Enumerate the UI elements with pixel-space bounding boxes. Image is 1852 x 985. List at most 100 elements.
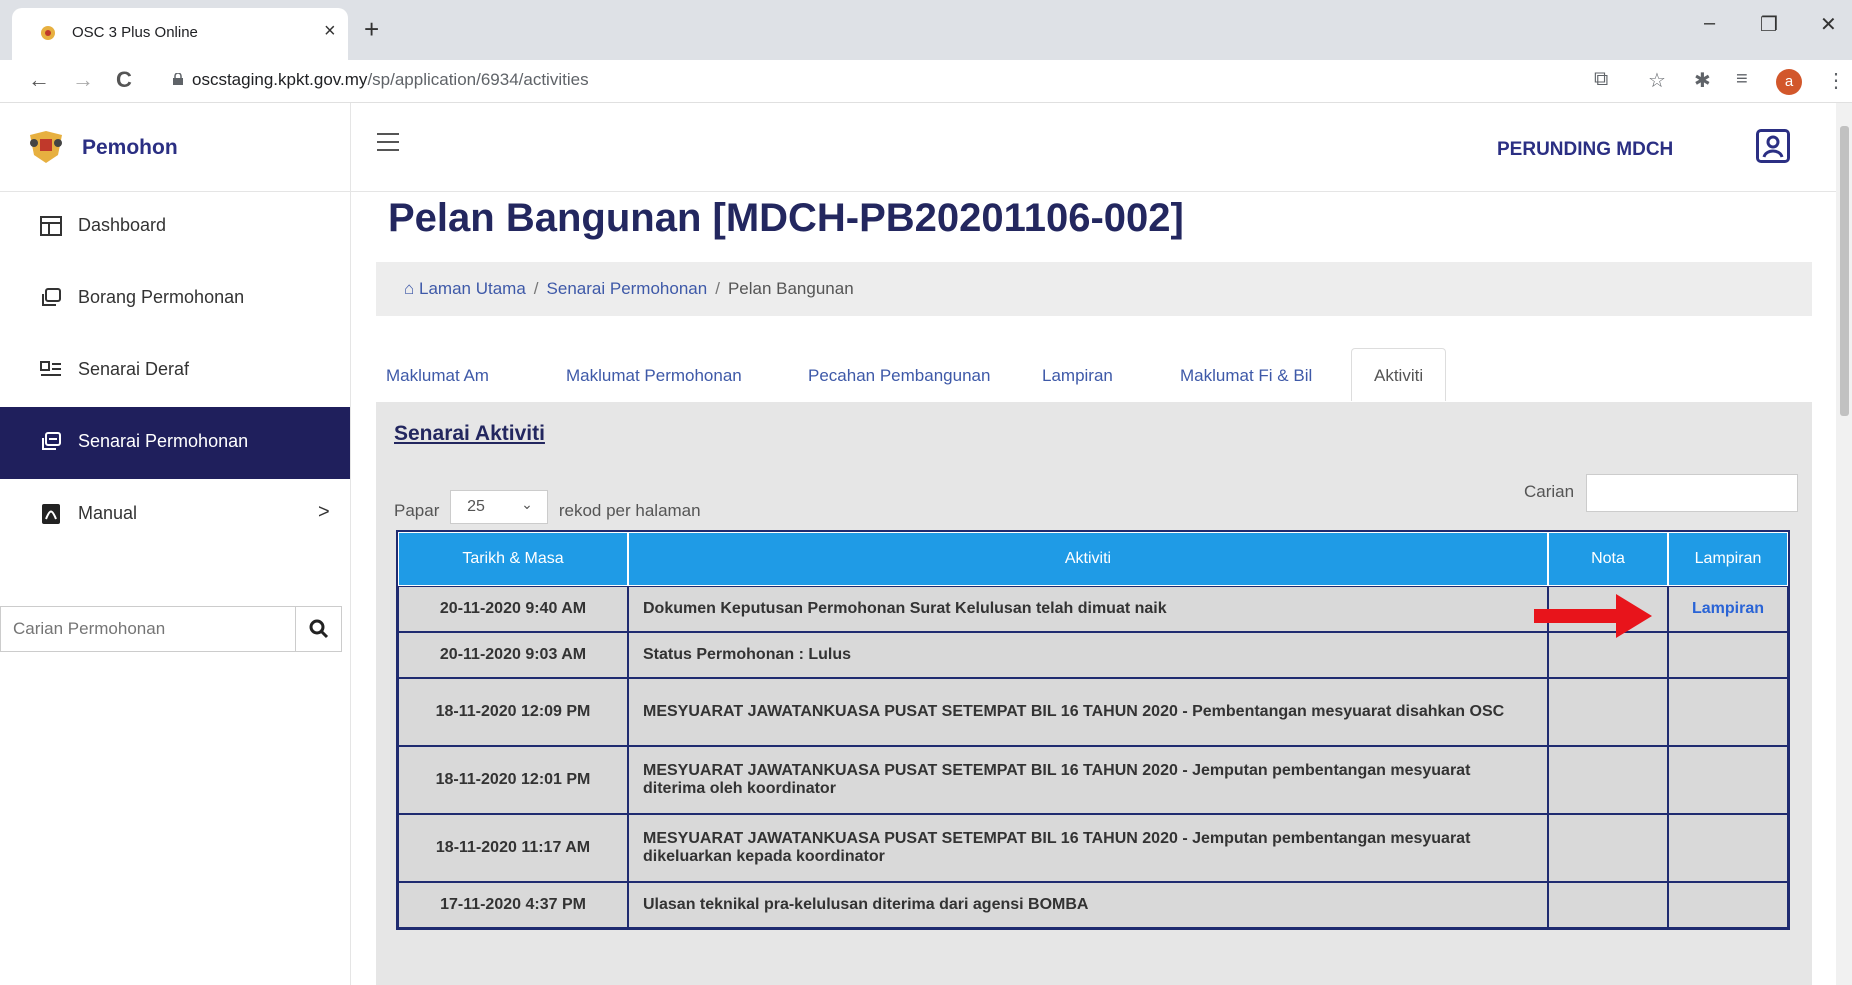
- page-length-control: Papar 25 ⌄ rekod per halaman: [394, 482, 701, 524]
- restore-icon[interactable]: ❐: [1760, 12, 1778, 37]
- new-tab-icon[interactable]: +: [364, 14, 379, 45]
- chevron-right-icon: >: [318, 501, 330, 523]
- documents-icon: [42, 288, 61, 306]
- sidebar: Pemohon Dashboard Borang Permohonan Sena…: [0, 103, 351, 985]
- table-row: 18-11-2020 12:09 PM MESYUARAT JAWATANKUA…: [398, 678, 1788, 746]
- sidebar-item-label: Senarai Permohonan: [78, 431, 249, 451]
- tab-title: OSC 3 Plus Online: [72, 24, 198, 41]
- column-header-date[interactable]: Tarikh & Masa: [398, 532, 628, 586]
- table-row: 20-11-2020 9:03 AM Status Permohonan : L…: [398, 632, 1788, 678]
- sidebar-item-dashboard[interactable]: Dashboard: [0, 191, 350, 263]
- lock-icon: [173, 73, 183, 85]
- extensions-icon[interactable]: ✱: [1694, 68, 1711, 93]
- url-field[interactable]: oscstaging.kpkt.gov.my/sp/application/69…: [192, 70, 589, 90]
- page-size-select[interactable]: 25 ⌄: [450, 490, 549, 524]
- row-lampiran: [1668, 632, 1788, 678]
- search-button[interactable]: [295, 606, 342, 652]
- breadcrumb-home[interactable]: ⌂ Laman Utama: [404, 279, 526, 298]
- table-icon: [40, 216, 62, 236]
- breadcrumb-senarai-permohonan[interactable]: Senarai Permohonan: [547, 279, 708, 298]
- row-nota: [1548, 678, 1668, 746]
- star-icon[interactable]: ☆: [1648, 68, 1666, 93]
- column-header-activity[interactable]: Aktiviti: [628, 532, 1548, 586]
- brand: Pemohon: [0, 103, 350, 192]
- row-lampiran: [1668, 678, 1788, 746]
- sidebar-item-senarai-deraf[interactable]: Senarai Deraf: [0, 335, 350, 407]
- breadcrumb-separator: /: [715, 279, 720, 298]
- length-suffix: rekod per halaman: [558, 501, 701, 520]
- table-header-row: Tarikh & Masa Aktiviti Nota Lampiran: [398, 532, 1788, 586]
- hamburger-menu-icon[interactable]: [377, 133, 399, 151]
- column-header-lampiran[interactable]: Lampiran: [1668, 532, 1788, 586]
- row-date: 18-11-2020 12:09 PM: [398, 678, 628, 746]
- folder-icon: [42, 432, 61, 450]
- sidebar-item-borang-permohonan[interactable]: Borang Permohonan: [0, 263, 350, 335]
- column-header-nota[interactable]: Nota: [1548, 532, 1668, 586]
- row-lampiran: [1668, 882, 1788, 928]
- application-search: [0, 606, 342, 652]
- sidebar-item-manual[interactable]: Manual >: [0, 479, 350, 551]
- row-date: 18-11-2020 12:01 PM: [398, 746, 628, 814]
- table-row: 18-11-2020 11:17 AM MESYUARAT JAWATANKUA…: [398, 814, 1788, 882]
- home-icon: ⌂: [404, 279, 415, 298]
- user-profile-icon[interactable]: [1756, 129, 1790, 163]
- profile-avatar[interactable]: a: [1776, 69, 1802, 95]
- page-title: Pelan Bangunan [MDCH-PB20201106-002]: [388, 196, 1184, 240]
- back-icon[interactable]: ←: [28, 67, 50, 93]
- table-row: 18-11-2020 12:01 PM MESYUARAT JAWATANKUA…: [398, 746, 1788, 814]
- table-search-input[interactable]: [1586, 474, 1798, 512]
- row-activity: MESYUARAT JAWATANKUASA PUSAT SETEMPAT BI…: [628, 746, 1548, 814]
- row-date: 20-11-2020 9:40 AM: [398, 586, 628, 632]
- row-activity: MESYUARAT JAWATANKUASA PUSAT SETEMPAT BI…: [628, 678, 1548, 746]
- content-tabs: Maklumat Am Maklumat Permohonan Pecahan …: [376, 348, 1816, 402]
- reading-list-icon[interactable]: ≡: [1736, 68, 1748, 91]
- favicon-icon: [41, 26, 55, 40]
- row-nota: [1548, 814, 1668, 882]
- tab-lampiran[interactable]: Lampiran: [1042, 366, 1113, 386]
- sidebar-item-senarai-permohonan[interactable]: Senarai Permohonan: [0, 407, 350, 479]
- sidebar-item-label: Borang Permohonan: [78, 287, 245, 307]
- tab-close-icon[interactable]: ×: [324, 20, 336, 43]
- lampiran-link[interactable]: Lampiran: [1692, 600, 1764, 617]
- url-path: /sp/application/6934/activities: [367, 70, 589, 89]
- row-activity: Status Permohonan : Lulus: [628, 632, 1548, 678]
- breadcrumb: ⌂ Laman Utama / Senarai Permohonan / Pelan B…: [376, 262, 1812, 316]
- list-icon: [40, 361, 61, 376]
- pdf-icon: [42, 504, 60, 524]
- browser-tab[interactable]: OSC 3 Plus Online ×: [12, 8, 348, 60]
- row-date: 20-11-2020 9:03 AM: [398, 632, 628, 678]
- activities-panel: Senarai Aktiviti Papar 25 ⌄ rekod per hal…: [376, 402, 1812, 985]
- row-activity: Dokumen Keputusan Permohonan Surat Kelul…: [628, 586, 1548, 632]
- tab-maklumat-am[interactable]: Maklumat Am: [386, 366, 489, 386]
- row-nota: [1548, 882, 1668, 928]
- url-host: oscstaging.kpkt.gov.my: [192, 70, 368, 89]
- page-size-value: 25: [467, 498, 485, 515]
- user-name[interactable]: PERUNDING MDCH: [1497, 139, 1673, 161]
- row-nota: [1548, 632, 1668, 678]
- browser-tab-bar: OSC 3 Plus Online × + – ❐ ✕: [0, 0, 1852, 60]
- scrollbar-thumb[interactable]: [1840, 126, 1849, 416]
- translate-icon[interactable]: ⧉: [1594, 68, 1608, 91]
- tab-pecahan-pembangunan[interactable]: Pecahan Pembangunan: [808, 366, 990, 386]
- row-date: 18-11-2020 11:17 AM: [398, 814, 628, 882]
- search-icon: [309, 619, 328, 639]
- breadcrumb-separator: /: [533, 279, 539, 298]
- forward-icon[interactable]: →: [72, 67, 94, 93]
- tab-aktiviti[interactable]: Aktiviti: [1351, 348, 1447, 401]
- tab-maklumat-permohonan[interactable]: Maklumat Permohonan: [566, 366, 742, 386]
- reload-icon[interactable]: C: [116, 67, 132, 93]
- chevron-down-icon: ⌄: [521, 496, 533, 512]
- more-menu-icon[interactable]: ⋮: [1826, 68, 1846, 93]
- table-search-label: Carian: [1524, 482, 1575, 501]
- tab-maklumat-fi-bil[interactable]: Maklumat Fi & Bil: [1180, 366, 1312, 386]
- address-bar: ← → C oscstaging.kpkt.gov.my/sp/applicat…: [0, 60, 1852, 103]
- coat-of-arms-logo: [30, 131, 62, 163]
- application-search-input[interactable]: [0, 606, 295, 652]
- row-lampiran: [1668, 814, 1788, 882]
- sidebar-item-label: Dashboard: [78, 215, 167, 235]
- row-activity: Ulasan teknikal pra-kelulusan diterima d…: [628, 882, 1548, 928]
- sidebar-item-label: Senarai Deraf: [78, 359, 190, 379]
- red-arrow-annotation: [1534, 594, 1652, 638]
- close-window-icon[interactable]: ✕: [1820, 12, 1837, 37]
- minimize-icon[interactable]: –: [1704, 12, 1715, 35]
